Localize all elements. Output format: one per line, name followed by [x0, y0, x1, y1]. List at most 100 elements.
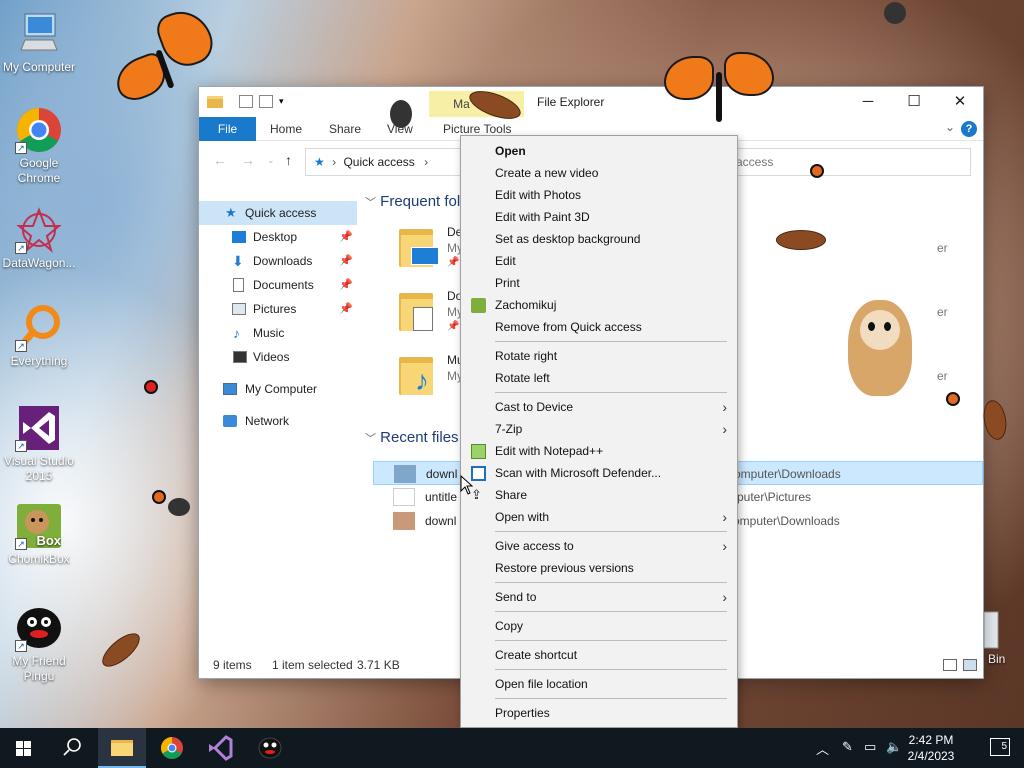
search-input[interactable]: access: [717, 148, 971, 176]
nav-item-documents[interactable]: Documents 📌: [199, 273, 357, 297]
image-thumbnail-icon: [394, 465, 416, 483]
nav-item-pictures[interactable]: Pictures 📌: [199, 297, 357, 321]
menu-item-properties[interactable]: Properties: [461, 702, 737, 724]
window-title: File Explorer: [537, 95, 605, 109]
frequent-folders-header[interactable]: ﹀ Frequent fol: [365, 193, 460, 210]
frequent-folder-music[interactable]: ♪: [399, 353, 439, 397]
pin-icon[interactable]: 📌: [339, 297, 353, 321]
desktop-icon-google-chrome[interactable]: ↗ Google Chrome: [0, 106, 78, 186]
desktop-icon: [232, 231, 246, 243]
forward-icon[interactable]: →: [241, 152, 255, 168]
nav-item-downloads[interactable]: ⬇ Downloads 📌: [199, 249, 357, 273]
back-icon[interactable]: ←: [213, 152, 227, 168]
large-icons-view-icon[interactable]: [963, 659, 977, 671]
properties-icon[interactable]: [239, 95, 253, 108]
menu-item-send-to[interactable]: Send to ›: [461, 586, 737, 608]
menu-item-edit-paint3d[interactable]: Edit with Paint 3D: [461, 206, 737, 228]
qat-dropdown-icon[interactable]: ▾: [279, 96, 284, 107]
desktop-icon-everything[interactable]: ↗ Everything: [0, 304, 78, 369]
menu-item-copy[interactable]: Copy: [461, 615, 737, 637]
tab-file[interactable]: File: [199, 117, 256, 141]
menu-separator: [495, 611, 727, 612]
close-button[interactable]: ✕: [937, 87, 983, 117]
chomikbox-icon: [471, 298, 486, 313]
breadcrumb-quick-access[interactable]: Quick access: [343, 155, 414, 169]
menu-item-rotate-left[interactable]: Rotate left: [461, 367, 737, 389]
search-button[interactable]: [48, 728, 96, 768]
pen-icon[interactable]: ✎: [842, 739, 853, 755]
action-center-button[interactable]: 5: [990, 738, 1010, 756]
desktop-icon-chomikbox[interactable]: Box ↗ ChomikBox: [0, 502, 78, 567]
menu-item-edit[interactable]: Edit: [461, 250, 737, 272]
maximize-button[interactable]: ☐: [891, 87, 937, 117]
menu-item-print[interactable]: Print: [461, 272, 737, 294]
network-icon[interactable]: ▭: [864, 739, 876, 755]
menu-item-create-video[interactable]: Create a new video: [461, 162, 737, 184]
menu-item-edit-photos[interactable]: Edit with Photos: [461, 184, 737, 206]
clock-date: 2/4/2023: [907, 749, 955, 763]
pin-icon[interactable]: 📌: [339, 249, 353, 273]
nav-item-music[interactable]: ♪ Music: [199, 321, 357, 345]
taskbar-file-explorer[interactable]: [98, 728, 146, 768]
cockroach-icon: [980, 398, 1010, 442]
menu-item-open-with[interactable]: Open with ›: [461, 506, 737, 528]
ribbon-expand-icon[interactable]: ⌄: [945, 120, 955, 134]
menu-item-open[interactable]: Open: [461, 140, 737, 162]
recycle-bin-icon-partial[interactable]: Bin: [983, 608, 1024, 668]
minimize-button[interactable]: ─: [845, 87, 891, 117]
nav-item-quick-access[interactable]: ★ Quick access: [199, 201, 357, 225]
frequent-folder-documents[interactable]: [399, 289, 439, 333]
menu-item-7zip[interactable]: 7-Zip ›: [461, 418, 737, 440]
pingu-icon: [258, 737, 282, 759]
menu-item-give-access[interactable]: Give access to ›: [461, 535, 737, 557]
desktop-icon-visual-studio[interactable]: ↗ Visual Studio 2015: [0, 404, 78, 484]
desktop-icon-my-computer[interactable]: My Computer: [0, 10, 78, 75]
taskbar-visual-studio[interactable]: [196, 728, 244, 768]
details-view-icon[interactable]: [943, 659, 957, 671]
taskbar-pingu[interactable]: [246, 728, 294, 768]
pin-icon[interactable]: 📌: [339, 273, 353, 297]
tab-view[interactable]: View: [387, 117, 413, 141]
menu-item-cast-to-device[interactable]: Cast to Device ›: [461, 396, 737, 418]
tab-share[interactable]: Share: [329, 117, 361, 141]
menu-item-set-desktop-background[interactable]: Set as desktop background: [461, 228, 737, 250]
new-folder-icon[interactable]: [259, 95, 273, 108]
menu-separator: [495, 582, 727, 583]
title-bar[interactable]: ▾ Ma File Explorer ─ ☐ ✕: [199, 87, 983, 117]
show-hidden-icons-icon[interactable]: ︿: [816, 739, 829, 758]
star-icon: ★: [314, 155, 325, 169]
menu-item-remove-quick-access[interactable]: Remove from Quick access: [461, 316, 737, 338]
menu-item-rotate-right[interactable]: Rotate right: [461, 345, 737, 367]
help-icon[interactable]: ?: [961, 121, 977, 137]
frequent-folder-desktop[interactable]: [399, 225, 439, 269]
menu-item-create-shortcut[interactable]: Create shortcut: [461, 644, 737, 666]
recycle-bin-icon: [983, 611, 999, 649]
menu-item-restore-versions[interactable]: Restore previous versions: [461, 557, 737, 579]
manage-contextual-tab[interactable]: Ma: [429, 91, 524, 117]
nav-item-videos[interactable]: Videos: [199, 345, 357, 369]
tab-home[interactable]: Home: [270, 117, 302, 141]
menu-item-share[interactable]: ⇪ Share: [461, 484, 737, 506]
breadcrumb-separator-icon[interactable]: ›: [424, 155, 428, 169]
recent-files-header[interactable]: ﹀ Recent files: [365, 429, 459, 446]
menu-item-scan-defender[interactable]: Scan with Microsoft Defender...: [461, 462, 737, 484]
menu-item-zachomikuj[interactable]: Zachomikuj: [461, 294, 737, 316]
desktop-icon-datawagon[interactable]: ↗ DataWagon...: [0, 206, 78, 271]
desktop-icon-label: ChomikBox: [8, 552, 70, 566]
menu-item-edit-notepadpp[interactable]: Edit with Notepad++: [461, 440, 737, 462]
desktop-icon-label: Google Chrome: [17, 156, 61, 185]
nav-item-network[interactable]: Network: [199, 409, 357, 433]
desktop-icon-pingu[interactable]: ↗ My Friend Pingu: [0, 604, 78, 684]
context-menu: Open Create a new video Edit with Photos…: [460, 135, 738, 728]
nav-item-desktop[interactable]: Desktop 📌: [199, 225, 357, 249]
taskbar-chrome[interactable]: [148, 728, 196, 768]
recent-locations-icon[interactable]: ⌄: [267, 155, 275, 166]
pin-icon[interactable]: 📌: [339, 225, 353, 249]
cockroach-icon: [96, 627, 146, 673]
system-clock[interactable]: 2:42 PM 2/4/2023: [896, 732, 966, 764]
start-button[interactable]: [0, 728, 48, 768]
menu-item-open-file-location[interactable]: Open file location: [461, 673, 737, 695]
up-icon[interactable]: ↑: [285, 152, 292, 168]
nav-item-my-computer[interactable]: My Computer: [199, 377, 357, 401]
menu-separator: [495, 392, 727, 393]
